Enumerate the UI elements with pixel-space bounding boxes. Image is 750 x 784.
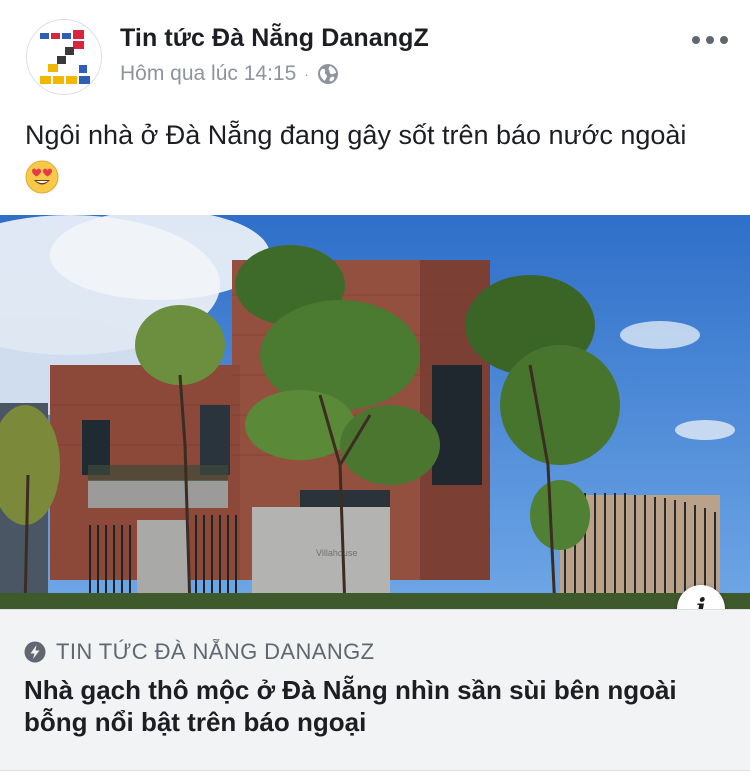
more-dot [692, 36, 700, 44]
link-source-name: TIN TỨC ĐÀ NẴNG DANANGZ [56, 639, 375, 664]
post-meta: Hôm qua lúc 14:15 · [120, 62, 339, 86]
post-text: Ngôi nhà ở Đà Nẵng đang gây sốt trên báo… [25, 120, 687, 150]
more-dot [720, 36, 728, 44]
globe-icon [317, 64, 338, 84]
link-preview-card[interactable]: Villahouse i TIN TỨC ĐÀ NẴNG DANANGZ Nhà… [0, 215, 750, 771]
danangz-logo-icon [40, 30, 90, 84]
article-image[interactable]: Villahouse i [0, 215, 750, 609]
post-message: Ngôi nhà ở Đà Nẵng đang gây sốt trên báo… [25, 114, 735, 194]
link-info[interactable]: TIN TỨC ĐÀ NẴNG DANANGZ Nhà gạch thô mộc… [0, 609, 750, 771]
house-sign: Villahouse [316, 548, 357, 558]
heart-eyes-emoji-icon [25, 160, 59, 194]
post-timestamp[interactable]: Hôm qua lúc 14:15 [120, 62, 296, 86]
link-source: TIN TỨC ĐÀ NẴNG DANANGZ [24, 639, 375, 665]
page-avatar[interactable] [26, 19, 102, 95]
instant-article-bolt-icon [24, 641, 46, 663]
house-photo: Villahouse [0, 215, 750, 609]
link-headline[interactable]: Nhà gạch thô mộc ở Đà Nẵng nhìn sần sùi … [24, 674, 734, 738]
page-name[interactable]: Tin tức Đà Nẵng DanangZ [120, 24, 429, 53]
post-header: Tin tức Đà Nẵng DanangZ Hôm qua lúc 14:1… [0, 0, 750, 105]
more-dot [706, 36, 714, 44]
meta-separator: · [304, 66, 309, 82]
more-options-icon[interactable] [692, 30, 728, 50]
